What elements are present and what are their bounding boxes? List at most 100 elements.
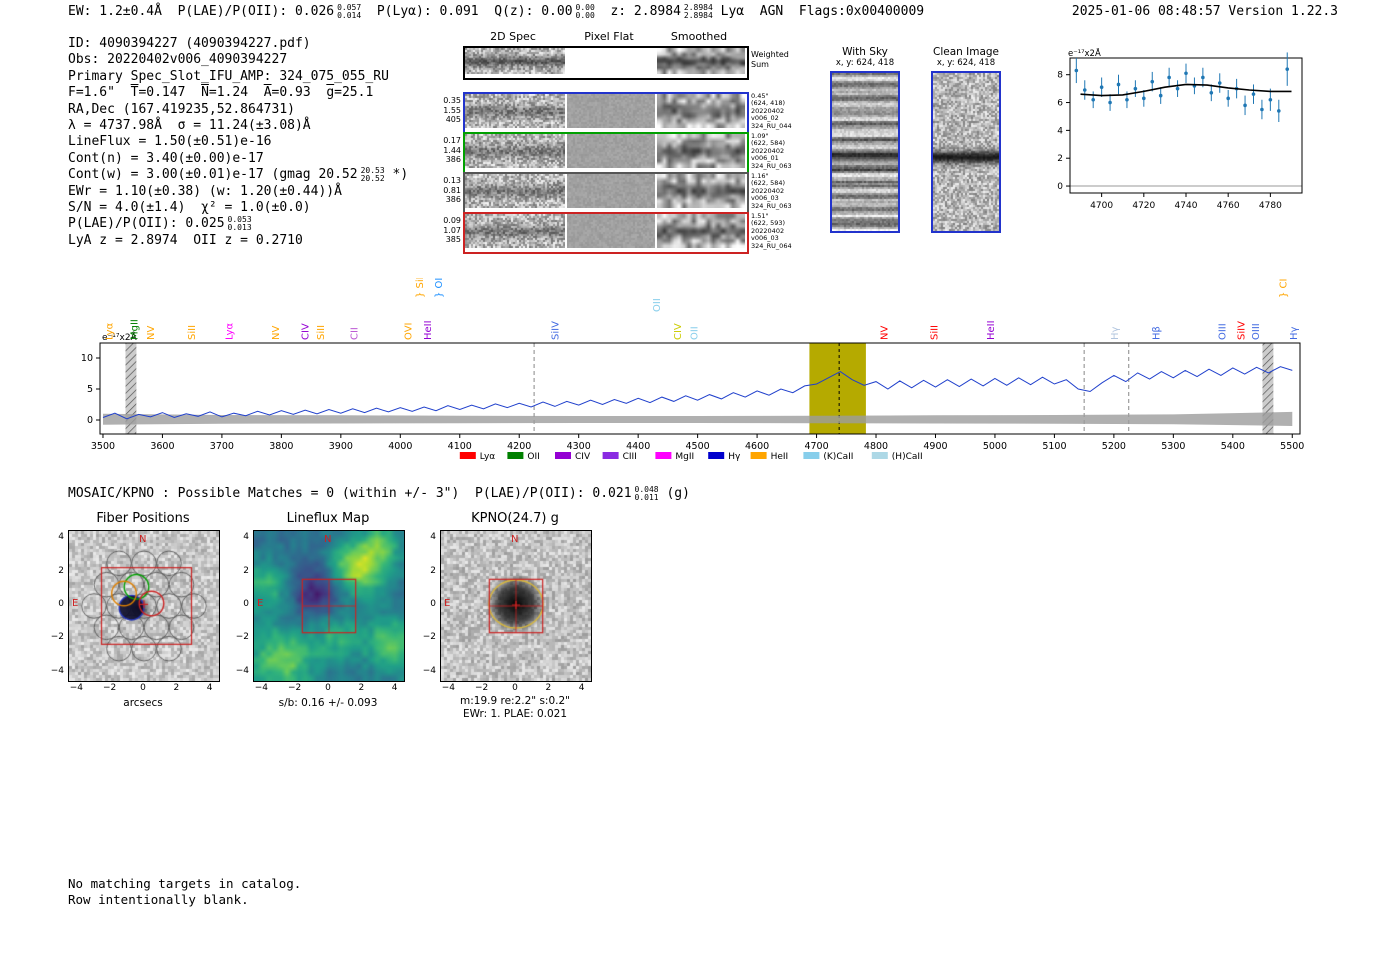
x-tick-label: 4900 — [923, 441, 947, 452]
axis-tick-label: −4 — [441, 683, 455, 693]
spec2d-col-header: Smoothed — [670, 30, 728, 43]
clean-image — [931, 71, 1001, 233]
axis-tick-label: −4 — [235, 665, 249, 676]
fit-curve — [1080, 83, 1292, 97]
spec2d-col-header: 2D Spec — [490, 30, 536, 43]
emission-line-label: OIII — [1218, 323, 1229, 340]
axis-tick-label: −4 — [69, 683, 83, 693]
info-text: Obs: 20220402v006_4090394227 — [68, 52, 288, 68]
axis-tick-label: 0 — [430, 599, 436, 609]
spec2d-row-annotation: 1.51" (622, 593) 20220402 v006_03 324_RU_064 — [751, 212, 792, 250]
y-tick-label: 4 — [1057, 126, 1063, 136]
info-line: Cont(w) = 3.00(±0.01)e-17 (gmag 20.52 20.… — [68, 167, 408, 183]
x-tick-label: 4500 — [686, 441, 710, 452]
info-line: S/N = 4.0(±1.4) χ² = 1.0(±0.0) — [68, 200, 408, 216]
info-text: =25.1 — [334, 85, 374, 101]
x-tick-label: 4100 — [448, 441, 472, 452]
emission-line-label: NV — [146, 326, 157, 340]
legend-swatch — [507, 452, 524, 459]
info-line: P(LAE)/P(OII): 0.025 0.053 0.013 — [68, 216, 408, 232]
emission-line-label: OVI — [404, 323, 415, 341]
left-label: 0.09 — [443, 216, 461, 225]
emission-line-label: Lyα — [225, 322, 236, 340]
x-tick-label: 4800 — [864, 441, 888, 452]
x-tick-label: 4700 — [1090, 201, 1113, 211]
legend-swatch — [803, 452, 820, 459]
header-fraction: 0.00 0.00 — [576, 4, 595, 20]
emission-line-label: NV — [879, 326, 890, 340]
smoothed-image — [657, 48, 745, 74]
compass-east-label: E — [257, 598, 264, 609]
twod-spec-image — [465, 48, 565, 74]
header-text: EW: 1.2±0.4Å P(LAE)/P(OII): 0.026 — [68, 4, 335, 19]
detection-info-block: ID: 4090394227 (4090394227.pdf) Obs: 2022… — [68, 36, 408, 249]
info-line: LyA z = 2.8974 OII z = 0.2710 — [68, 233, 408, 249]
spec2d-row-left-labels: 0.09 1.07 385 — [443, 216, 461, 245]
spec2d-row-left-labels: 0.17 1.44 386 — [443, 136, 461, 165]
axis-tick-label: −4 — [50, 665, 64, 676]
axis-tick-label: 2 — [358, 683, 365, 693]
axis-tick-label: 2 — [58, 565, 64, 576]
axis-tick-label: 0 — [512, 683, 518, 693]
info-text: P(LAE)/P(OII): 0.025 — [68, 216, 225, 232]
x-tick-label: 4700 — [804, 441, 828, 452]
x-tick-label: 4400 — [626, 441, 650, 452]
twod-spec-image — [465, 174, 565, 208]
legend-swatch — [555, 452, 571, 459]
data-point — [1201, 75, 1205, 80]
left-label: 386 — [445, 195, 461, 204]
twod-spec-image — [465, 94, 565, 128]
footer-notes: No matching targets in catalog. Row inte… — [68, 876, 301, 907]
left-label: 1.44 — [443, 145, 461, 155]
data-point — [1184, 71, 1188, 76]
y-tick-label: 0 — [87, 415, 93, 426]
data-point — [1217, 81, 1222, 85]
emission-line-label: Hγ — [1110, 326, 1121, 340]
mosaic-fraction: 0.048 0.011 — [635, 486, 659, 502]
x-tick-label: 5000 — [983, 441, 1007, 452]
emission-line-label: SiIV — [550, 321, 561, 340]
data-point — [1209, 90, 1214, 95]
data-point — [1133, 86, 1138, 91]
clean-image-panel: Clean Image x, y: 624, 418 — [929, 46, 1003, 233]
info-lower: 0.013 — [227, 223, 252, 233]
emission-line-label: OII — [652, 298, 663, 312]
info-text: A — [263, 85, 272, 101]
lineflux-map-image — [253, 530, 405, 682]
y-tick-label: 6 — [1057, 99, 1063, 109]
left-label: 386 — [445, 155, 461, 164]
data-point — [1251, 92, 1256, 96]
annotation-line: 324_RU_063 — [751, 201, 792, 210]
info-text: Cont(n) = 3.40(±0.00)e-17 — [68, 150, 264, 166]
info-line: Cont(n) = 3.40(±0.00)e-17 — [68, 151, 408, 167]
x-tick-label: 4600 — [745, 441, 769, 452]
compass-north-label: N — [324, 534, 332, 545]
data-point — [1125, 97, 1129, 102]
info-line: RA,Dec (167.419235,52.864731) — [68, 102, 408, 118]
kpno-title: KPNO(24.7) g — [471, 511, 559, 526]
legend-swatch — [708, 452, 725, 459]
x-tick-label: 4720 — [1132, 201, 1155, 211]
header-fraction: 0.057 0.014 — [337, 4, 361, 20]
emission-line-label: Lyα — [104, 322, 115, 340]
data-point — [1167, 75, 1171, 80]
emission-line-label: OII — [690, 326, 701, 340]
info-fraction: 20.53 20.52 — [361, 167, 385, 183]
axis-tick-label: 4 — [58, 532, 64, 543]
axis-tick-label: 4 — [430, 532, 436, 543]
emission-line-label: HeII — [986, 320, 997, 340]
with-sky-title: With Sky — [842, 46, 888, 58]
info-text: S/N = 4.0(±1.4) χ² = 1.0(±0.0) — [68, 200, 311, 216]
legend-swatch — [655, 452, 672, 459]
spec2d-row-annotation: 1.16" (622, 584) 20220402 v006_03 324_RU_063 — [751, 172, 792, 210]
data-point — [1268, 97, 1273, 102]
header-timestamp: 2025-01-06 08:48:57 Version 1.22.3 — [1071, 4, 1338, 19]
smoothed-image — [657, 134, 745, 168]
header-summary: EW: 1.2±0.4Å P(LAE)/P(OII): 0.026 0.057 0.… — [68, 4, 924, 20]
legend-label: (K)CaII — [823, 452, 853, 462]
twod-spec-image — [465, 134, 565, 168]
kpno-caption2: EWr: 1. PLAE: 0.021 — [462, 708, 568, 720]
info-text: Primary Spec_Slot_IFU_AMP: 324_075_055_R… — [68, 68, 389, 84]
spectrum-plot: 3500 3600 3700 3800 3900 4000 4100 4200 4300 4400… — [81, 278, 1304, 462]
axis-tick-label: −2 — [475, 683, 489, 693]
